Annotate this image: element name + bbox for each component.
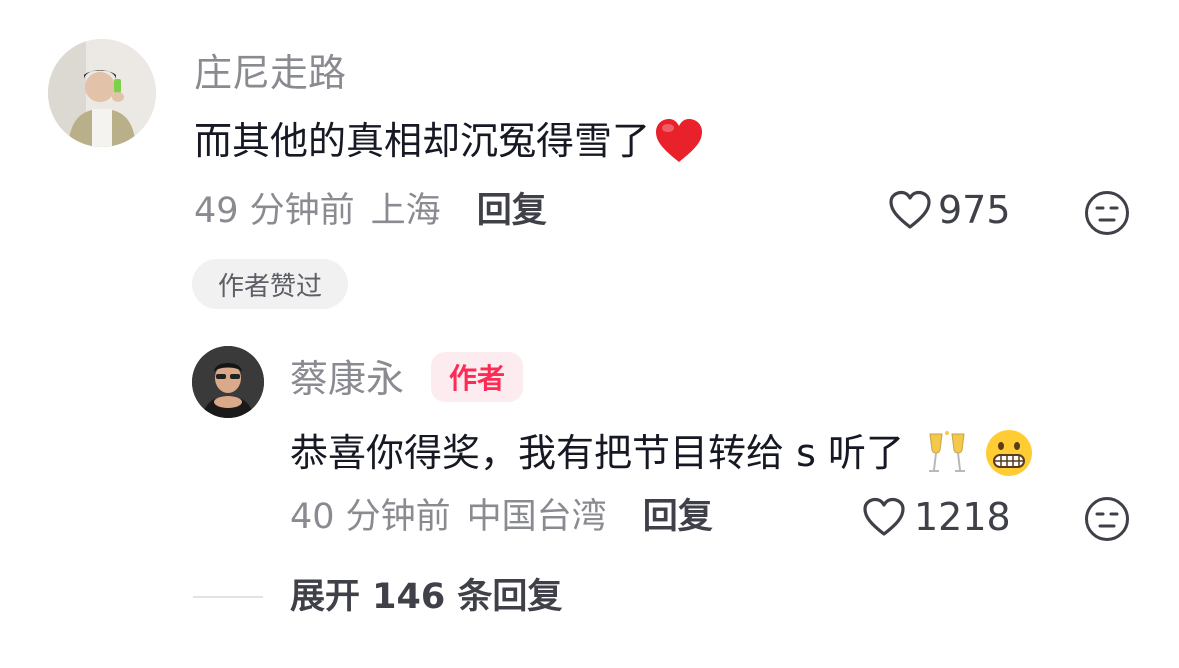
author-username[interactable]: 蔡康永	[290, 360, 404, 398]
reply-location: 中国台湾	[466, 497, 607, 537]
comment-dislike-button[interactable]	[1084, 190, 1130, 236]
unamused-face-icon	[1085, 497, 1129, 541]
comment-reply-button[interactable]: 回复	[477, 194, 547, 229]
reply-dislike-button[interactable]	[1084, 496, 1130, 542]
heart-emoji	[654, 118, 704, 164]
reply-text-row: 恭喜你得奖，我有把节目转给 s 听了	[290, 428, 1034, 478]
comment-text: 而其他的真相却沉冤得雪了	[194, 119, 651, 163]
commenter-avatar[interactable]	[48, 39, 156, 147]
comment-meta: 49 分钟前 上海 回复	[194, 194, 547, 229]
reply-like-count: 1218	[914, 495, 1011, 539]
comment-like-button[interactable]: 975	[888, 190, 1011, 230]
reply-text: 恭喜你得奖，我有把节目转给 s 听了	[290, 431, 904, 475]
comment-like-count: 975	[938, 188, 1011, 232]
reply-reply-button[interactable]: 回复	[643, 500, 713, 535]
reply-time: 40 分钟前	[290, 497, 451, 537]
unamused-face-icon	[1085, 191, 1129, 235]
author-avatar[interactable]	[192, 346, 264, 418]
heart-outline-icon	[888, 190, 932, 230]
comment-text-row: 而其他的真相却沉冤得雪了	[194, 118, 704, 164]
reply-meta: 40 分钟前 中国台湾 回复	[290, 500, 713, 535]
heart-outline-icon	[862, 497, 906, 537]
author-liked-badge: 作者赞过	[192, 259, 348, 309]
commenter-username[interactable]: 庄尼走路	[194, 54, 346, 92]
comment-location: 上海	[370, 191, 441, 231]
comment-time: 49 分钟前	[194, 191, 355, 231]
grimacing-face-emoji	[984, 428, 1034, 478]
reply-like-button[interactable]: 1218	[862, 497, 1011, 537]
champagne-emoji	[924, 430, 970, 476]
author-tag: 作者	[431, 352, 523, 402]
expand-replies-button[interactable]: 展开 146 条回复	[290, 580, 562, 615]
expand-divider	[193, 596, 263, 598]
